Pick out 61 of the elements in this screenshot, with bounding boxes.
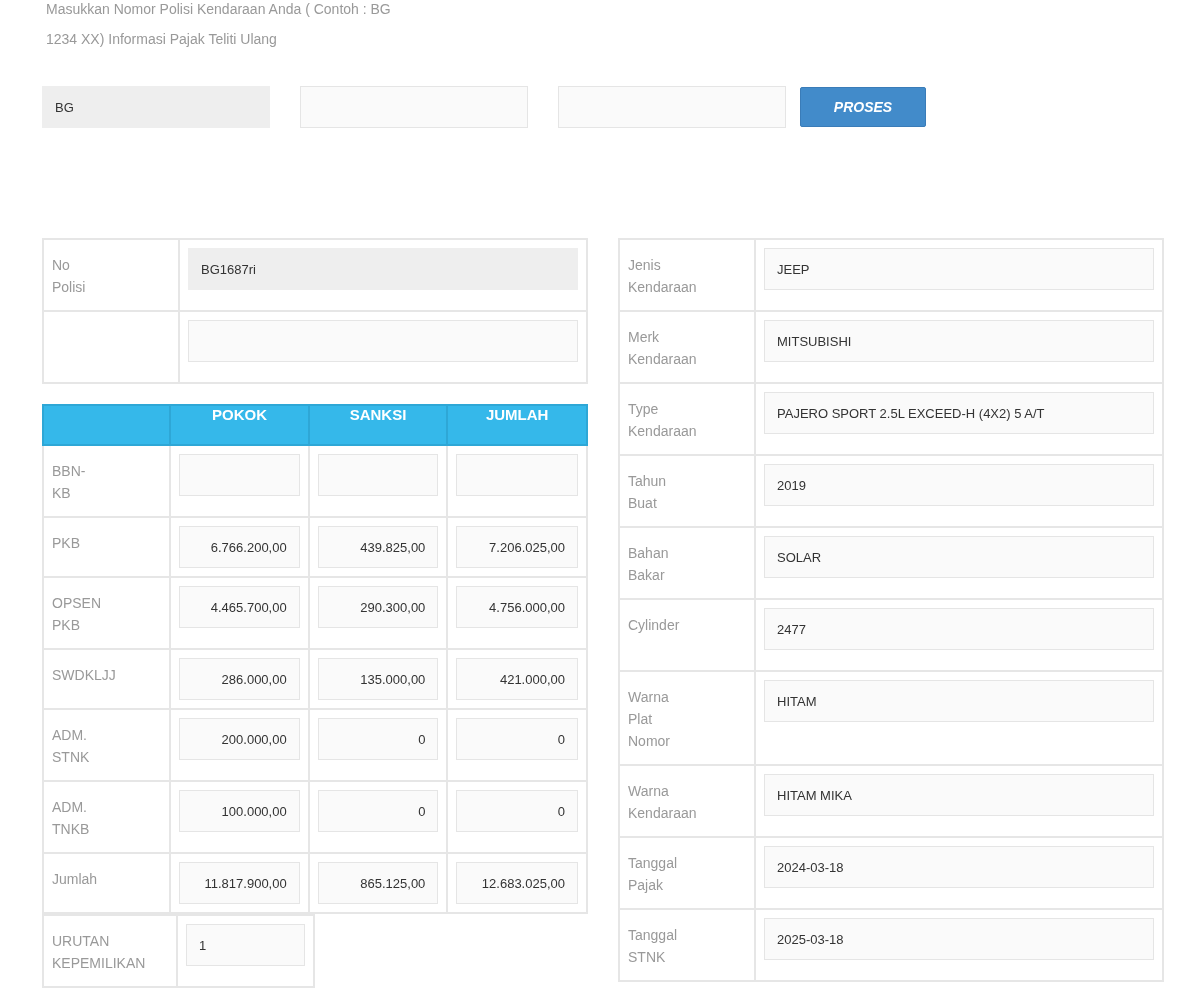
- input-field[interactable]: BG1687ri: [188, 248, 578, 290]
- field-label: ADM. TNKB: [52, 798, 90, 839]
- input-field[interactable]: 421.000,00: [456, 658, 578, 700]
- header-cell: SANKSI: [308, 405, 448, 445]
- field-label: Cylinder: [628, 616, 680, 635]
- header-cell: JUMLAH: [447, 405, 587, 445]
- input-field[interactable]: PAJERO SPORT 2.5L EXCEED-H (4X2) 5 A/T: [764, 392, 1154, 434]
- input-field[interactable]: SOLAR: [764, 536, 1154, 578]
- input-field[interactable]: 4.465.700,00: [179, 586, 300, 628]
- input-field[interactable]: 290.300,00: [317, 586, 439, 628]
- process-button[interactable]: PROSES: [800, 87, 926, 127]
- input-field[interactable]: 11.817.900,00: [179, 862, 300, 904]
- field-label: OPSEN PKB: [52, 594, 101, 635]
- input-field[interactable]: 286.000,00: [179, 658, 300, 700]
- input-field[interactable]: [558, 86, 786, 128]
- field-label: Warna Kendaraan: [628, 782, 697, 823]
- field-label: SWDKLJJ: [52, 666, 116, 685]
- field-label: PKB: [52, 534, 80, 553]
- field-label: URUTAN KEPEMILIKAN: [52, 932, 146, 973]
- field-label: Warna Plat Nomor: [628, 688, 670, 751]
- field-label: Jenis Kendaraan: [628, 256, 697, 297]
- field-label: BBN-KB: [52, 462, 86, 503]
- input-field[interactable]: [188, 320, 578, 362]
- field-label: Merk Kendaraan: [628, 328, 697, 369]
- input-field[interactable]: 2019: [764, 464, 1154, 506]
- field-label: ADM. STNK: [52, 726, 90, 767]
- input-field[interactable]: 12.683.025,00: [456, 862, 578, 904]
- field-label: No Polisi: [52, 256, 86, 297]
- input-field[interactable]: 135.000,00: [317, 658, 439, 700]
- field-label: Bahan Bakar: [628, 544, 669, 585]
- instruction-text: Masukkan Nomor Polisi Kendaraan Anda ( Contoh : BG 1234 XX) Informasi Pajak Teliti Ulang: [45, 0, 392, 49]
- input-field[interactable]: MITSUBISHI: [764, 320, 1154, 362]
- field-label: Tanggal STNK: [628, 926, 678, 967]
- input-field[interactable]: 4.756.000,00: [456, 586, 578, 628]
- input-field[interactable]: 2025-03-18: [764, 918, 1154, 960]
- input-field[interactable]: 0: [317, 718, 439, 760]
- field-label: Jumlah: [52, 870, 98, 889]
- input-field[interactable]: 865.125,00: [317, 862, 439, 904]
- input-field[interactable]: [456, 454, 578, 496]
- input-field[interactable]: BG: [42, 86, 270, 128]
- input-field[interactable]: JEEP: [764, 248, 1154, 290]
- input-field[interactable]: [179, 454, 300, 496]
- input-field[interactable]: 100.000,00: [179, 790, 300, 832]
- input-field[interactable]: 0: [456, 790, 578, 832]
- input-field[interactable]: 0: [456, 718, 578, 760]
- input-field[interactable]: 7.206.025,00: [456, 526, 578, 568]
- input-field[interactable]: 439.825,00: [317, 526, 439, 568]
- input-field[interactable]: 6.766.200,00: [179, 526, 300, 568]
- input-field[interactable]: [300, 86, 528, 128]
- input-field[interactable]: 2024-03-18: [764, 846, 1154, 888]
- input-field[interactable]: 2477: [764, 608, 1154, 650]
- field-label: Tanggal Pajak: [628, 854, 678, 895]
- input-field[interactable]: HITAM: [764, 680, 1154, 722]
- input-field[interactable]: 0: [317, 790, 439, 832]
- input-field[interactable]: 200.000,00: [179, 718, 300, 760]
- field-label: Type Kendaraan: [628, 400, 697, 441]
- header-cell: POKOK: [170, 405, 309, 445]
- input-field[interactable]: 1: [186, 924, 305, 966]
- input-field[interactable]: [317, 454, 439, 496]
- input-field[interactable]: HITAM MIKA: [764, 774, 1154, 816]
- field-label: Tahun Buat: [628, 472, 667, 513]
